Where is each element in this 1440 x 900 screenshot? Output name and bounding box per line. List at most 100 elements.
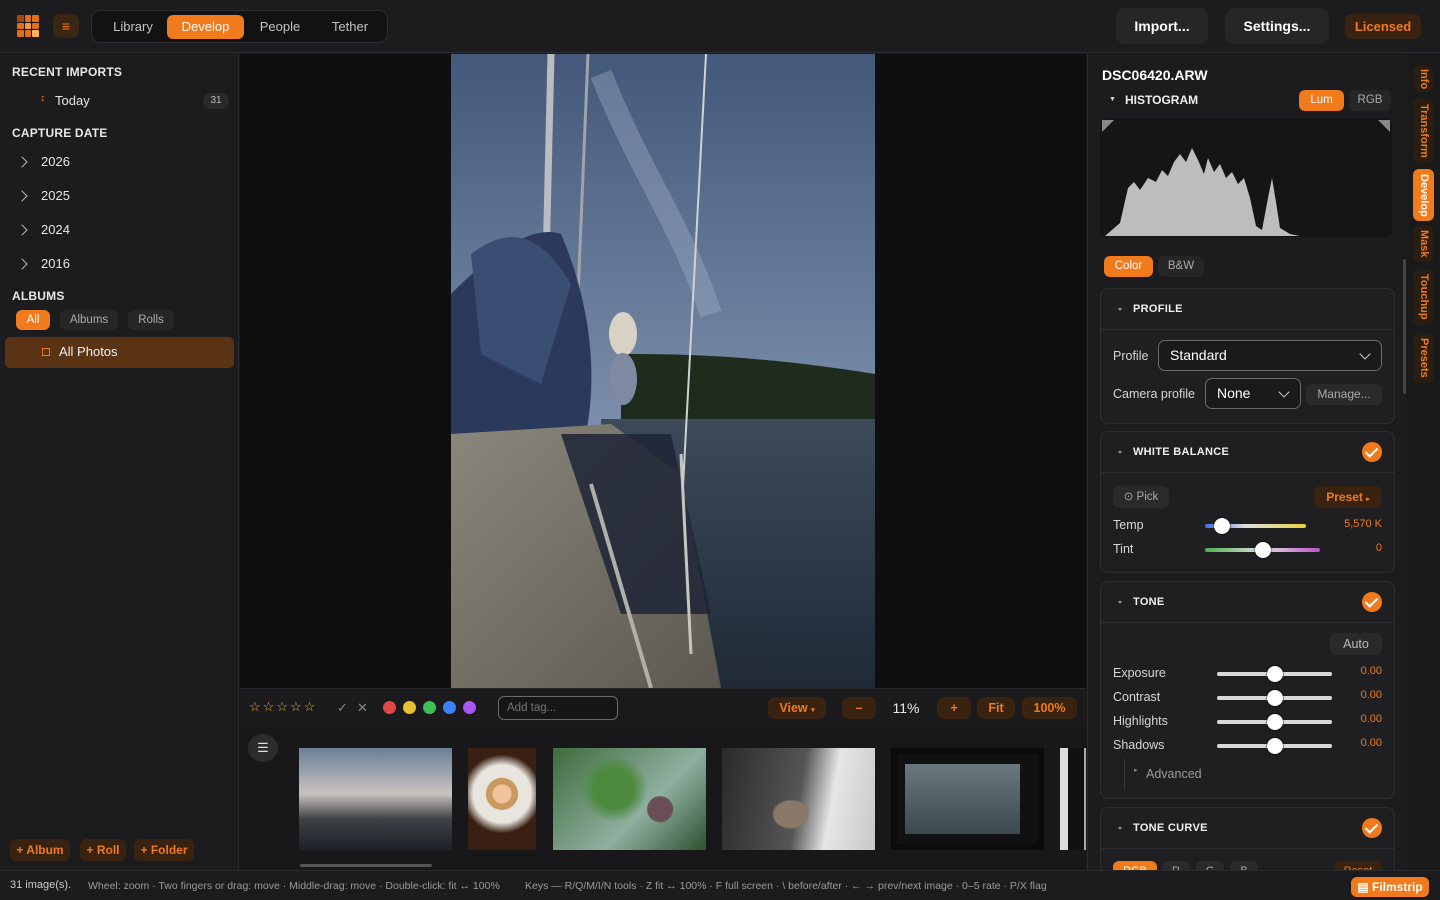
menu-icon[interactable]: ≡ bbox=[53, 14, 79, 38]
tab-library[interactable]: Library bbox=[98, 15, 168, 39]
slider-knob[interactable] bbox=[1266, 690, 1283, 706]
slider-knob[interactable] bbox=[1266, 714, 1283, 730]
sidebar-item-all-photos[interactable]: All Photos bbox=[5, 337, 234, 368]
thumbnail[interactable] bbox=[299, 748, 452, 850]
color-label-dot[interactable] bbox=[423, 701, 436, 714]
tone-shadows-slider[interactable] bbox=[1217, 738, 1332, 754]
tone-contrast-slider[interactable] bbox=[1217, 690, 1332, 706]
curve-channel-rgb[interactable]: RGB bbox=[1113, 861, 1157, 870]
collapse-triangle-icon[interactable] bbox=[1118, 451, 1122, 454]
tab-people[interactable]: People bbox=[246, 15, 314, 39]
album-filter-all[interactable]: All bbox=[16, 310, 50, 330]
thumbnail[interactable] bbox=[553, 748, 706, 850]
add-album-button[interactable]: + Album bbox=[10, 839, 70, 861]
collapse-triangle-icon[interactable]: ▸ bbox=[1134, 766, 1138, 774]
top-bar: ≡ Library Develop People Tether Import..… bbox=[0, 0, 1440, 53]
album-filter-albums[interactable]: Albums bbox=[60, 310, 118, 330]
hist-mode-rgb[interactable]: RGB bbox=[1349, 90, 1391, 111]
add-folder-button[interactable]: + Folder bbox=[134, 839, 194, 861]
curve-channel-g[interactable]: G bbox=[1196, 861, 1224, 870]
tag-input[interactable] bbox=[498, 696, 618, 720]
star-rating[interactable]: ☆☆☆☆☆ bbox=[249, 699, 317, 715]
curve-channel-b[interactable]: B bbox=[1230, 861, 1258, 870]
collapse-triangle-icon[interactable] bbox=[1118, 308, 1122, 311]
thumbnail[interactable] bbox=[468, 748, 536, 850]
profile-select[interactable]: Standard bbox=[1158, 340, 1382, 371]
color-label-dot[interactable] bbox=[443, 701, 456, 714]
right-tab-info[interactable]: Info bbox=[1413, 66, 1434, 92]
zoom-in-button[interactable]: + bbox=[937, 697, 971, 719]
reject-flag-icon[interactable]: ✕ bbox=[357, 700, 368, 716]
profile-value: Standard bbox=[1170, 347, 1227, 363]
wb-preset-button[interactable]: Preset ▸ bbox=[1314, 486, 1382, 508]
collapse-triangle-icon[interactable] bbox=[1118, 601, 1122, 604]
wb-pick-button[interactable]: ⊙ Pick bbox=[1113, 486, 1169, 508]
tab-develop[interactable]: Develop bbox=[167, 15, 244, 39]
right-tab-presets[interactable]: Presets bbox=[1413, 333, 1434, 383]
curve-channel-r[interactable]: R bbox=[1162, 861, 1190, 870]
image-viewer[interactable] bbox=[240, 54, 1086, 688]
settings-button[interactable]: Settings... bbox=[1225, 8, 1329, 44]
add-roll-button[interactable]: + Roll bbox=[80, 839, 126, 861]
fit-button[interactable]: Fit bbox=[977, 697, 1015, 719]
tone-enabled-toggle[interactable] bbox=[1362, 592, 1382, 612]
temp-slider[interactable] bbox=[1205, 518, 1306, 534]
main-photo[interactable] bbox=[451, 54, 875, 688]
filmstrip-scrollbar[interactable] bbox=[300, 864, 432, 867]
color-label-dot[interactable] bbox=[403, 701, 416, 714]
tint-slider[interactable] bbox=[1205, 542, 1320, 558]
import-button[interactable]: Import... bbox=[1116, 8, 1208, 44]
sidebar-item-year[interactable]: 2025 bbox=[0, 188, 239, 212]
zoom-out-button[interactable]: – bbox=[842, 697, 876, 719]
tone-auto-button[interactable]: Auto bbox=[1330, 633, 1382, 655]
panel-scrollbar[interactable] bbox=[1403, 259, 1406, 394]
temp-slider-knob[interactable] bbox=[1214, 518, 1231, 534]
star-icon[interactable]: ☆ bbox=[276, 699, 290, 714]
hist-mode-lum[interactable]: Lum bbox=[1299, 90, 1344, 111]
sidebar-item-year[interactable]: 2016 bbox=[0, 256, 239, 280]
advanced-toggle[interactable]: Advanced bbox=[1146, 767, 1202, 781]
thumbnail[interactable] bbox=[891, 748, 1044, 850]
right-tab-transform[interactable]: Transform bbox=[1413, 99, 1434, 163]
color-mode-bw[interactable]: B&W bbox=[1158, 256, 1204, 277]
sidebar-item-today[interactable]: ↕ Today 31 bbox=[0, 91, 239, 115]
star-icon[interactable]: ☆ bbox=[249, 699, 263, 714]
filmstrip-toggle-button[interactable]: ▤ Filmstrip bbox=[1351, 877, 1429, 897]
manage-profiles-button[interactable]: Manage... bbox=[1306, 384, 1382, 405]
collapse-triangle-icon[interactable]: ▼ bbox=[1109, 96, 1116, 103]
sidebar-item-year[interactable]: 2024 bbox=[0, 222, 239, 246]
color-label-dot[interactable] bbox=[463, 701, 476, 714]
star-icon[interactable]: ☆ bbox=[263, 699, 277, 714]
chevron-down-icon: ▸ bbox=[1366, 496, 1370, 503]
tab-tether[interactable]: Tether bbox=[316, 15, 384, 39]
star-icon[interactable]: ☆ bbox=[304, 699, 318, 714]
view-menu-button[interactable]: View ▾ bbox=[768, 697, 826, 719]
white-balance-enabled-toggle[interactable] bbox=[1362, 442, 1382, 462]
year-label: 2024 bbox=[41, 222, 70, 237]
camera-profile-select[interactable]: None bbox=[1205, 378, 1301, 409]
right-tab-develop[interactable]: Develop bbox=[1413, 169, 1434, 221]
right-tab-mask[interactable]: Mask bbox=[1413, 226, 1434, 262]
sidebar-item-year[interactable]: 2026 bbox=[0, 154, 239, 178]
collapse-triangle-icon[interactable] bbox=[1118, 827, 1122, 830]
star-icon[interactable]: ☆ bbox=[290, 699, 304, 714]
zoom-100-button[interactable]: 100% bbox=[1022, 697, 1077, 719]
right-tab-touchup[interactable]: Touchup bbox=[1413, 269, 1434, 325]
tone-exposure-slider[interactable] bbox=[1217, 666, 1332, 682]
color-mode-color[interactable]: Color bbox=[1104, 256, 1153, 277]
thumbnail[interactable] bbox=[1060, 748, 1086, 850]
profile-label: Profile bbox=[1113, 349, 1149, 363]
color-label-dot[interactable] bbox=[383, 701, 396, 714]
tint-slider-knob[interactable] bbox=[1254, 542, 1271, 558]
licensed-badge[interactable]: Licensed bbox=[1345, 14, 1421, 39]
tone-curve-enabled-toggle[interactable] bbox=[1362, 818, 1382, 838]
slider-knob[interactable] bbox=[1266, 738, 1283, 754]
thumbnail[interactable] bbox=[722, 748, 875, 850]
album-filter-rolls[interactable]: Rolls bbox=[128, 310, 174, 330]
tone-highlights-slider[interactable] bbox=[1217, 714, 1332, 730]
slider-knob[interactable] bbox=[1266, 666, 1283, 682]
curve-reset-button[interactable]: Reset bbox=[1334, 861, 1382, 870]
pick-flag-icon[interactable]: ✓ bbox=[337, 700, 348, 716]
filmstrip-options-icon[interactable]: ☰ bbox=[248, 734, 278, 762]
capture-date-heading: CAPTURE DATE bbox=[12, 126, 108, 140]
